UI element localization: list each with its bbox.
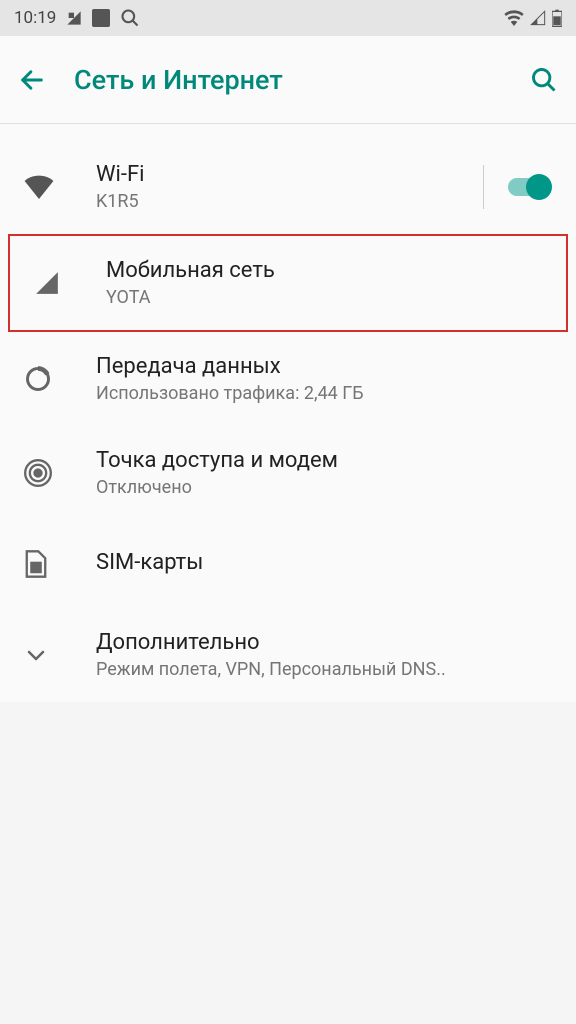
- settings-item-data-usage[interactable]: Передача данных Использовано трафика: 2,…: [0, 332, 576, 426]
- settings-item-advanced[interactable]: Дополнительно Режим полета, VPN, Персона…: [0, 608, 576, 702]
- item-title: Передача данных: [96, 354, 552, 379]
- item-title: SIM-карты: [96, 550, 552, 575]
- page-title: Сеть и Интернет: [74, 64, 530, 96]
- battery-icon: [552, 9, 562, 27]
- settings-list: Wi-Fi K1R5 Мобильная сеть YOTA Передача …: [0, 124, 576, 702]
- header-search-icon[interactable]: [530, 66, 558, 94]
- item-text: Wi-Fi K1R5: [96, 162, 475, 212]
- cellular-icon: [34, 270, 82, 296]
- status-bar: 10:19: [0, 0, 576, 36]
- item-title: Wi-Fi: [96, 162, 475, 187]
- status-left: 10:19: [14, 8, 140, 28]
- item-text: SIM-карты: [96, 550, 552, 579]
- item-text: Передача данных Использовано трафика: 2,…: [96, 354, 552, 404]
- item-title: Мобильная сеть: [106, 258, 542, 283]
- app-icon: [92, 9, 110, 27]
- item-subtitle: Отключено: [96, 477, 552, 498]
- back-icon[interactable]: [18, 66, 46, 94]
- wifi-icon: [24, 175, 72, 199]
- item-title: Точка доступа и модем: [96, 448, 552, 473]
- item-title: Дополнительно: [96, 630, 552, 655]
- item-text: Дополнительно Режим полета, VPN, Персона…: [96, 630, 552, 680]
- sim-icon: [66, 10, 82, 26]
- header: Сеть и Интернет: [0, 36, 576, 124]
- item-subtitle: Использовано трафика: 2,44 ГБ: [96, 383, 552, 404]
- item-subtitle: Режим полета, VPN, Персональный DNS..: [96, 659, 552, 680]
- item-subtitle: K1R5: [96, 191, 475, 212]
- wifi-icon: [504, 10, 524, 26]
- settings-item-mobile-network[interactable]: Мобильная сеть YOTA: [8, 234, 568, 332]
- toggle-wrap: [483, 165, 552, 209]
- wifi-toggle[interactable]: [504, 173, 552, 201]
- item-subtitle: YOTA: [106, 287, 542, 308]
- item-text: Точка доступа и модем Отключено: [96, 448, 552, 498]
- divider: [483, 165, 484, 209]
- chevron-down-icon: [24, 643, 72, 667]
- settings-item-hotspot[interactable]: Точка доступа и модем Отключено: [0, 426, 576, 520]
- status-time: 10:19: [14, 8, 56, 28]
- settings-item-wifi[interactable]: Wi-Fi K1R5: [0, 140, 576, 234]
- hotspot-icon: [24, 459, 72, 487]
- data-usage-icon: [24, 365, 72, 393]
- signal-icon: [530, 10, 546, 26]
- search-icon: [120, 8, 140, 28]
- sim-card-icon: [24, 549, 72, 579]
- item-text: Мобильная сеть YOTA: [106, 258, 542, 308]
- toggle-thumb: [526, 174, 552, 200]
- settings-item-sim-cards[interactable]: SIM-карты: [0, 520, 576, 608]
- status-right: [504, 9, 562, 27]
